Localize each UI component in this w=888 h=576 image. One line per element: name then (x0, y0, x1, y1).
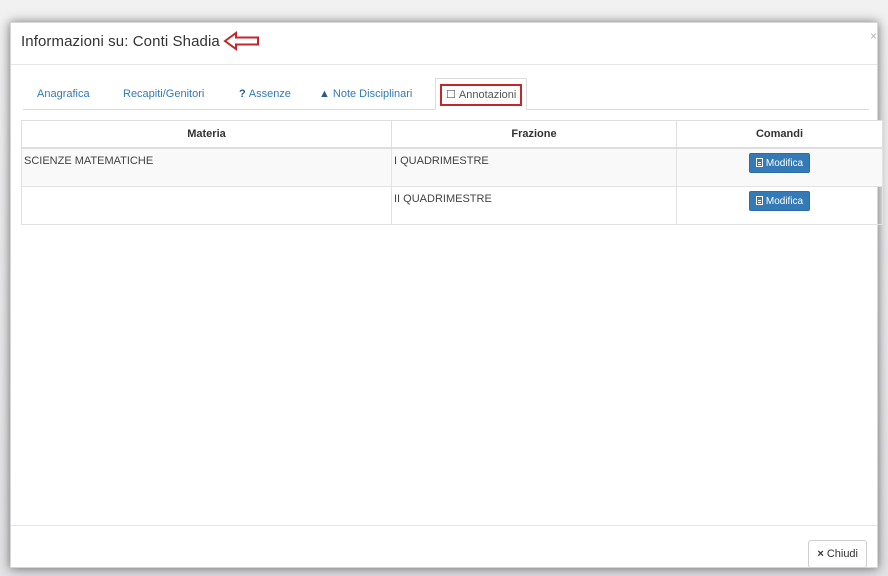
edit-document-icon (755, 158, 763, 167)
tab-label: Annotazioni (458, 89, 517, 101)
question-icon: ? (239, 88, 246, 100)
table-row: SCIENZE MATEMATICHE I QUADRIMESTRE Modif… (21, 147, 883, 187)
active-tab-highlight: ☐ Annotazioni (440, 84, 523, 106)
tab-label: Assenze (248, 88, 291, 100)
column-header-frazione: Frazione (391, 120, 677, 149)
edit-document-icon (755, 196, 763, 205)
modal-title: Informazioni su: Conti Shadia (21, 33, 220, 50)
table-header-row: Materia Frazione Comandi (21, 120, 883, 149)
close-icon[interactable]: × (870, 29, 877, 43)
tab-recapiti-genitori[interactable]: Recapiti/Genitori (123, 78, 204, 110)
chiudi-button[interactable]: × Chiudi (808, 540, 867, 568)
tab-annotazioni[interactable]: ☐ Annotazioni (435, 78, 528, 110)
comment-icon: ☐ (446, 89, 456, 101)
table-row: II QUADRIMESTRE Modifica (21, 186, 883, 225)
modifica-button[interactable]: Modifica (748, 153, 811, 173)
modal-footer: × Chiudi (11, 525, 877, 569)
column-header-comandi: Comandi (676, 120, 883, 149)
annotations-table: Materia Frazione Comandi SCIENZE MATEMAT… (21, 120, 883, 225)
warning-icon: ▲ (319, 88, 330, 100)
info-tabs: Anagrafica Recapiti/Genitori ? Assenze ▲ N… (23, 78, 869, 110)
cell-frazione: I QUADRIMESTRE (391, 147, 677, 187)
cell-comandi: Modifica (676, 186, 883, 225)
tab-label: Recapiti/Genitori (123, 88, 205, 100)
modifica-label: Modifica (765, 158, 804, 169)
student-info-modal: Informazioni su: Conti Shadia × Anagrafi… (10, 22, 883, 569)
cell-frazione: II QUADRIMESTRE (391, 186, 677, 225)
tab-assenze[interactable]: ? Assenze (239, 78, 291, 110)
left-arrow-annotation-icon (223, 31, 259, 51)
column-header-materia: Materia (21, 120, 392, 149)
tab-note-disciplinari[interactable]: ▲ Note Disciplinari (319, 78, 412, 110)
close-icon: × (817, 548, 824, 560)
modifica-button[interactable]: Modifica (748, 191, 811, 211)
tab-label: Anagrafica (37, 88, 90, 100)
cell-materia: SCIENZE MATEMATICHE (21, 147, 392, 187)
chiudi-label: Chiudi (826, 548, 858, 560)
tab-label: Note Disciplinari (332, 88, 413, 100)
modifica-label: Modifica (765, 196, 804, 207)
modal-header: Informazioni su: Conti Shadia × (11, 23, 877, 65)
tab-anagrafica[interactable]: Anagrafica (37, 78, 90, 110)
cell-comandi: Modifica (676, 147, 883, 187)
cell-materia (21, 186, 392, 225)
